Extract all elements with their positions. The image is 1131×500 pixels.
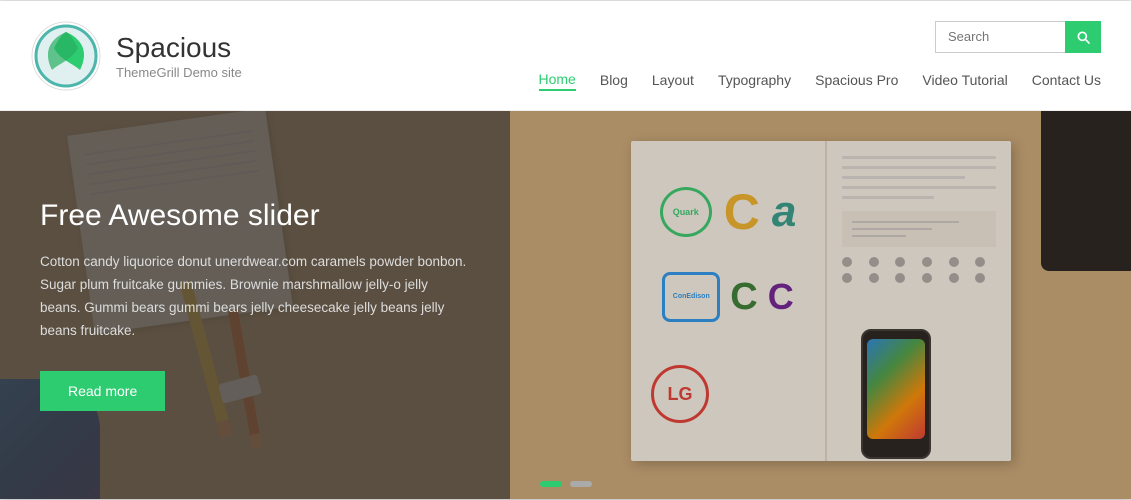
search-input[interactable] (935, 21, 1065, 53)
nav-item-video-tutorial[interactable]: Video Tutorial (922, 70, 1007, 90)
logo-text: Spacious ThemeGrill Demo site (116, 31, 242, 80)
search-icon (1075, 29, 1091, 45)
site-wrapper: Spacious ThemeGrill Demo site Home Blog … (0, 1, 1131, 499)
site-header: Spacious ThemeGrill Demo site Home Blog … (0, 1, 1131, 111)
main-nav: Home Blog Layout Typography Spacious Pro… (539, 69, 1102, 91)
search-bar (935, 21, 1101, 53)
hero-slider: Quark C a ConEdison C C (0, 111, 1131, 499)
hero-description: Cotton candy liquorice donut unerdwear.c… (40, 251, 470, 343)
nav-item-layout[interactable]: Layout (652, 70, 694, 90)
slider-dots (540, 481, 592, 487)
site-title: Spacious (116, 31, 242, 65)
logo-area: Spacious ThemeGrill Demo site (30, 20, 242, 92)
nav-item-contact-us[interactable]: Contact Us (1032, 70, 1101, 90)
slider-dot-2[interactable] (570, 481, 592, 487)
nav-item-blog[interactable]: Blog (600, 70, 628, 90)
nav-item-typography[interactable]: Typography (718, 70, 791, 90)
hero-title: Free Awesome slider (40, 199, 470, 233)
nav-item-spacious-pro[interactable]: Spacious Pro (815, 70, 898, 90)
hero-content: Free Awesome slider Cotton candy liquori… (0, 111, 510, 499)
site-tagline: ThemeGrill Demo site (116, 65, 242, 80)
site-logo-icon[interactable] (30, 20, 102, 92)
slider-dot-1[interactable] (540, 481, 562, 487)
read-more-button[interactable]: Read more (40, 371, 165, 411)
header-right: Home Blog Layout Typography Spacious Pro… (539, 21, 1102, 91)
search-button[interactable] (1065, 21, 1101, 53)
nav-item-home[interactable]: Home (539, 69, 576, 91)
